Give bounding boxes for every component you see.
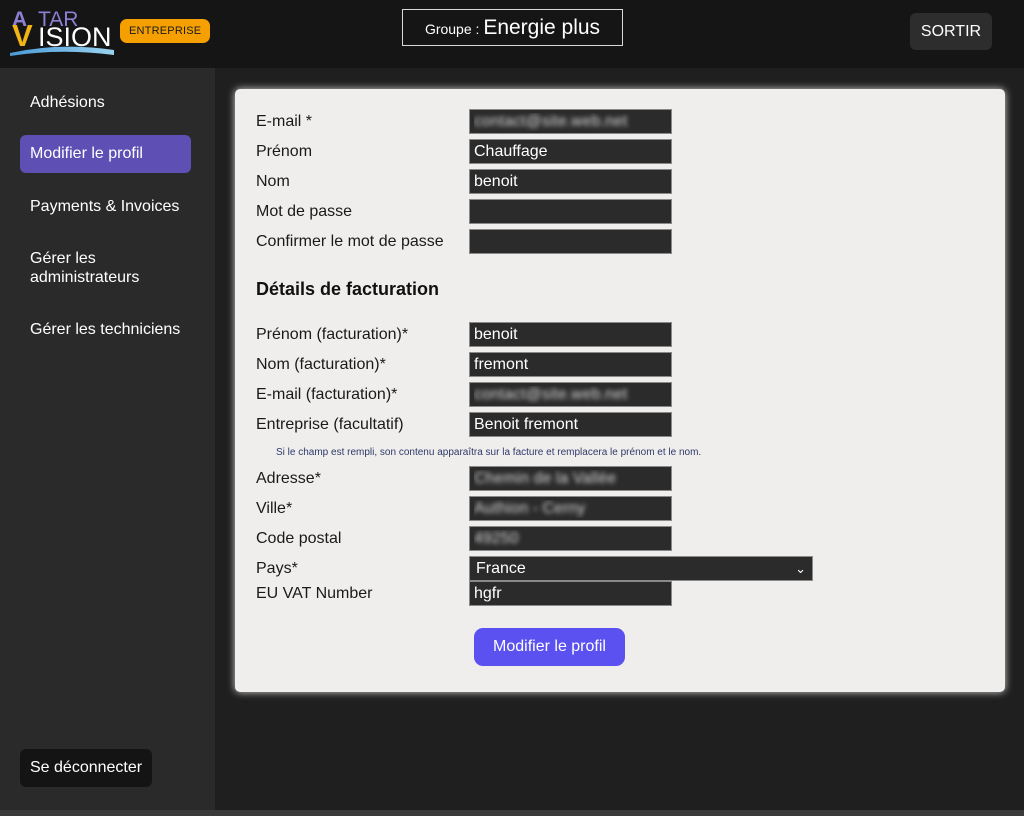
- svg-text:V: V: [12, 18, 33, 53]
- profile-form-card: E-mail * Prénom Nom Mot de passe Confirm…: [235, 89, 1005, 692]
- billing-email-label: E-mail (facturation)*: [256, 386, 398, 403]
- address-field[interactable]: [469, 466, 672, 491]
- sidebar-item-manage-technicians[interactable]: Gérer les techniciens: [20, 320, 191, 339]
- company-label: Entreprise (facultatif): [256, 416, 404, 433]
- country-select[interactable]: France ⌄: [469, 556, 813, 581]
- billing-section-title: Détails de facturation: [256, 279, 440, 299]
- edit-profile-submit-button[interactable]: Modifier le profil: [474, 628, 625, 666]
- avatar-vision-logo[interactable]: A TAR V ISION: [10, 6, 115, 58]
- firstname-field[interactable]: [469, 139, 672, 164]
- city-field[interactable]: [469, 496, 672, 521]
- sidebar-item-payments-invoices[interactable]: Payments & Invoices: [20, 197, 191, 216]
- email-field[interactable]: [469, 109, 672, 134]
- billing-email-field[interactable]: [469, 382, 672, 407]
- group-label: Groupe :: [424, 21, 484, 37]
- vat-label: EU VAT Number: [256, 585, 373, 602]
- billing-firstname-label: Prénom (facturation)*: [256, 326, 409, 343]
- password-field[interactable]: [469, 199, 672, 224]
- password-label: Mot de passe: [256, 203, 353, 220]
- billing-firstname-field[interactable]: [469, 322, 672, 347]
- billing-lastname-field[interactable]: [469, 352, 672, 377]
- firstname-label: Prénom: [256, 143, 313, 160]
- postal-code-label: Code postal: [256, 530, 342, 547]
- lastname-field[interactable]: [469, 169, 672, 194]
- enterprise-badge: ENTREPRISE: [120, 19, 211, 43]
- logout-button[interactable]: Se déconnecter: [20, 749, 153, 787]
- vat-field[interactable]: [469, 581, 672, 606]
- city-label: Ville*: [256, 500, 293, 517]
- confirm-password-field[interactable]: [469, 229, 672, 254]
- exit-button[interactable]: SORTIR: [910, 13, 992, 50]
- lastname-label: Nom: [256, 173, 290, 190]
- sidebar: Adhésions Modifier le profil Payments & …: [0, 68, 215, 810]
- sidebar-item-manage-admins[interactable]: Gérer les administrateurs: [20, 249, 191, 287]
- bottom-strip: [0, 810, 1024, 816]
- sidebar-item-edit-profile[interactable]: Modifier le profil: [20, 135, 191, 173]
- billing-lastname-label: Nom (facturation)*: [256, 356, 386, 373]
- postal-code-field[interactable]: [469, 526, 672, 551]
- email-label: E-mail *: [256, 113, 313, 130]
- confirm-password-label: Confirmer le mot de passe: [256, 233, 444, 250]
- group-value: Energie plus: [483, 16, 601, 39]
- country-label: Pays*: [256, 560, 298, 577]
- company-field[interactable]: [469, 412, 672, 437]
- country-select-value: France: [476, 560, 526, 577]
- group-indicator: Groupe : Energie plus: [402, 9, 623, 46]
- top-bar: A TAR V ISION ENTREPRISE Groupe : Energi…: [0, 0, 1024, 68]
- chevron-down-icon: ⌄: [795, 561, 806, 576]
- address-label: Adresse*: [256, 470, 321, 487]
- company-hint: Si le champ est rempli, son contenu appa…: [276, 447, 702, 458]
- sidebar-item-adhesions[interactable]: Adhésions: [20, 93, 191, 112]
